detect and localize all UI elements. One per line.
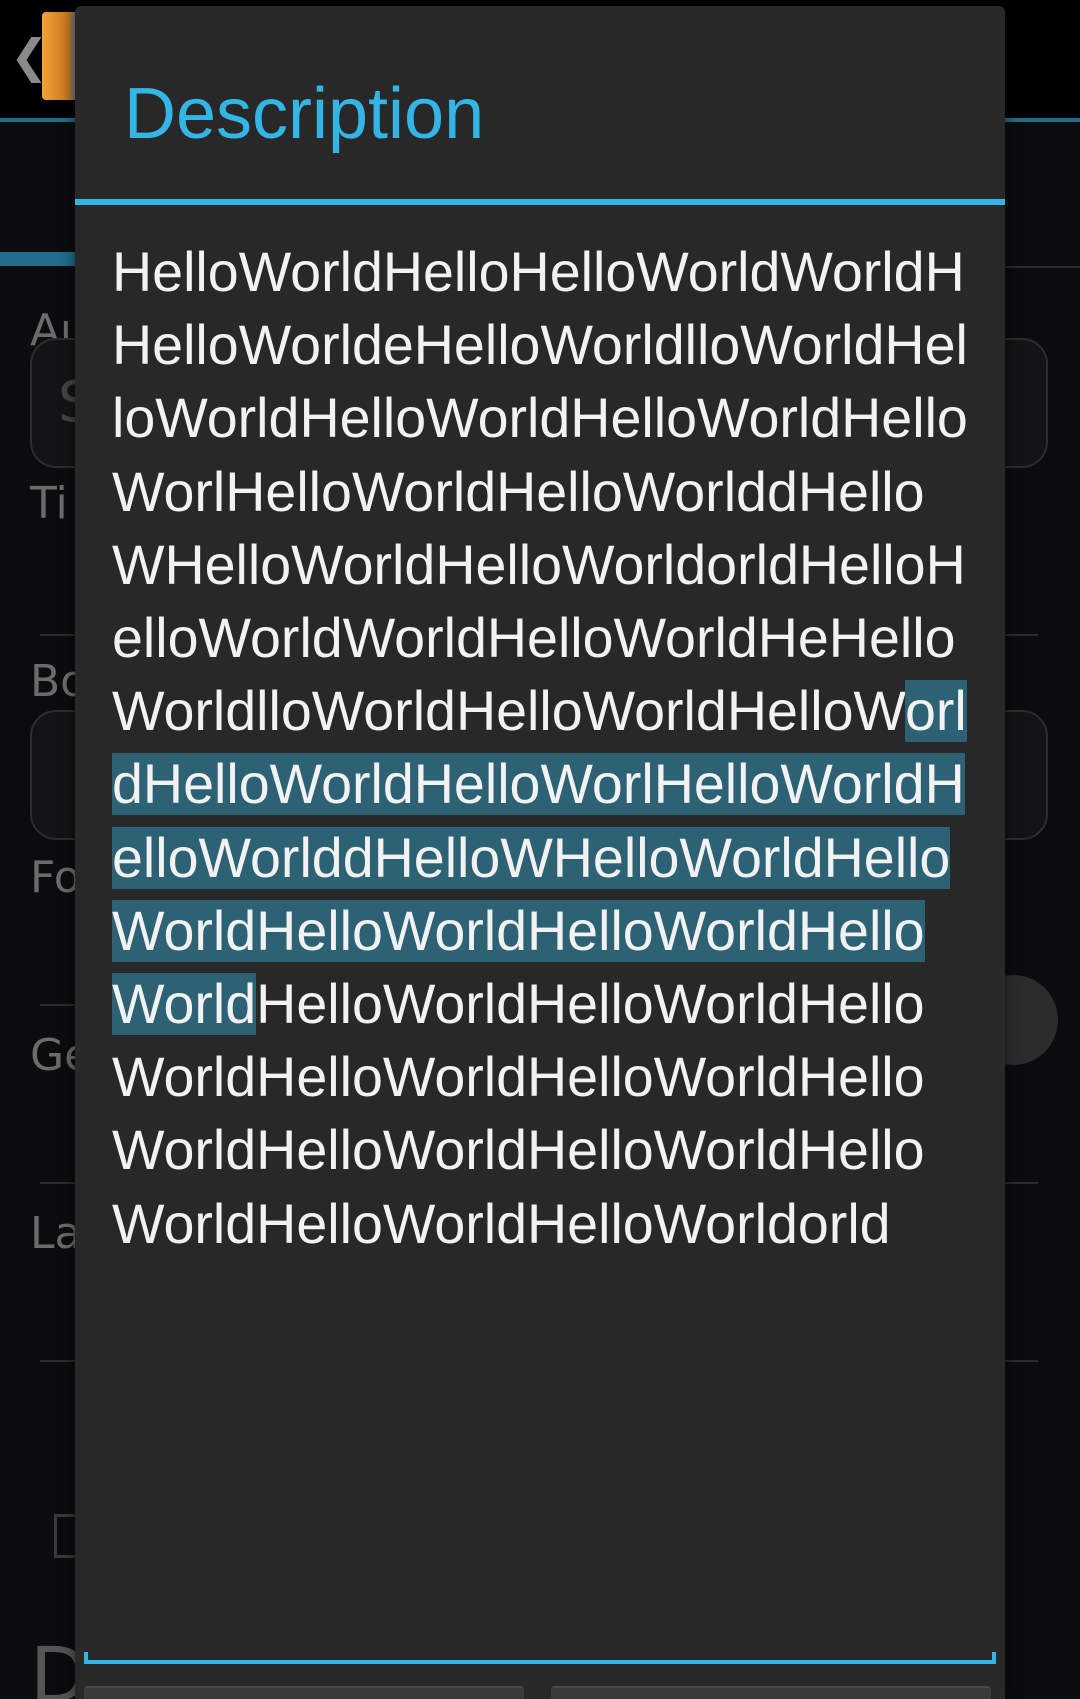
- description-dialog: Description HelloWorldHelloHelloWorldWor…: [75, 6, 1005, 1699]
- dialog-title: Description: [124, 74, 485, 154]
- description-text-field[interactable]: HelloWorldHelloHelloWorldWorldHHelloWorl…: [112, 236, 968, 1666]
- title-divider: [75, 199, 1005, 205]
- field-label-partial: Ti: [30, 478, 68, 529]
- field-label-partial: La: [30, 1208, 82, 1259]
- dialog-button-right[interactable]: [551, 1686, 991, 1699]
- field-label-partial: Fo: [30, 852, 81, 903]
- dialog-button-left[interactable]: [84, 1686, 524, 1699]
- text-field-underline: [84, 1652, 996, 1664]
- description-text: HelloWorldHelloHelloWorldWorldHHelloWorl…: [112, 241, 968, 743]
